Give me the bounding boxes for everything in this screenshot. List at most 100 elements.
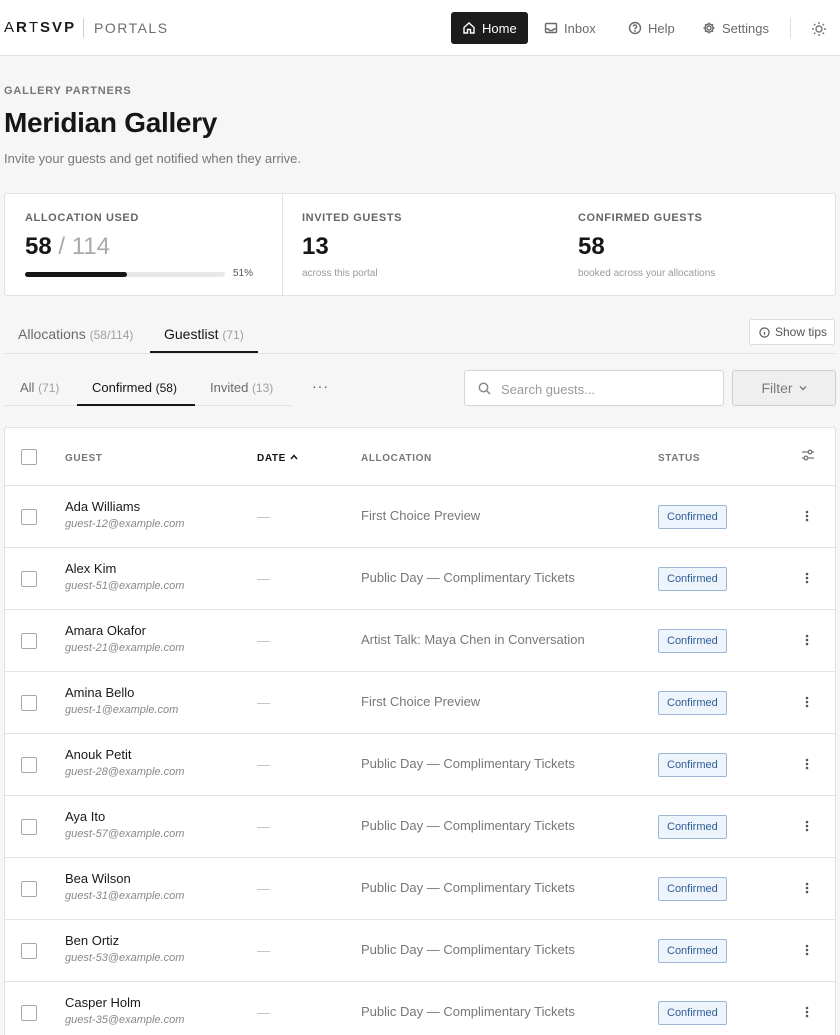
kebab-icon [805,696,809,708]
column-allocation[interactable]: ALLOCATION [361,453,432,464]
allocation-used-label: ALLOCATION USED [25,212,139,224]
subtab-confirmed[interactable]: Confirmed (58) [92,380,177,395]
search-input[interactable] [501,379,711,399]
search-field[interactable] [464,370,724,406]
theme-toggle-button[interactable] [808,18,830,40]
page-title: Meridian Gallery [4,107,218,138]
guest-date: — [257,695,270,710]
guest-date: — [257,757,270,772]
guest-date: — [257,881,270,896]
column-guest[interactable]: GUEST [65,453,102,464]
invited-guests-label: INVITED GUESTS [302,212,403,224]
nav-settings-button[interactable]: Settings [691,12,780,44]
guest-email: guest-31@example.com [65,890,185,902]
kebab-icon [805,944,809,956]
nav-inbox-button[interactable]: Inbox [533,12,607,44]
guest-table: GUEST DATE ALLOCATION STATUS Ada William… [4,427,836,1035]
status-badge: Confirmed [658,753,727,777]
invited-guests-value: 13 [302,233,329,260]
status-badge: Confirmed [658,939,727,963]
guest-date: — [257,571,270,586]
guest-name: Anouk Petit [65,747,132,762]
column-settings-button[interactable] [801,448,815,462]
row-checkbox[interactable] [21,633,37,649]
nav-help-button[interactable]: Help [617,12,686,44]
table-row[interactable]: Ben Ortiz guest-53@example.com — Public Day… [5,920,835,982]
row-actions-button[interactable] [803,941,811,959]
stats-card: ALLOCATION USED 58 / 114 51% INVITED GUE… [4,193,836,296]
row-checkbox[interactable] [21,695,37,711]
table-row[interactable]: Ada Williams guest-12@example.com — First C… [5,486,835,548]
status-badge: Confirmed [658,691,727,715]
row-actions-button[interactable] [803,631,811,649]
tab-guestlist[interactable]: Guestlist (71) [164,326,244,342]
guest-allocation: Public Day — Complimentary Tickets [361,756,575,771]
row-actions-button[interactable] [803,1003,811,1021]
more-subtabs-button[interactable]: ··· [312,378,329,394]
guest-allocation: First Choice Preview [361,694,481,709]
page-subtitle: Invite your guests and get notified when… [4,151,302,166]
row-actions-button[interactable] [803,569,811,587]
allocation-progress-bar [25,272,225,277]
stat-divider [282,194,283,295]
guest-email: guest-28@example.com [65,766,185,778]
status-badge: Confirmed [658,1001,727,1025]
guest-date: — [257,943,270,958]
table-row[interactable]: Aya Ito guest-57@example.com — Public Day —… [5,796,835,858]
column-settings-icon [802,449,814,461]
page-eyebrow: GALLERY PARTNERS [4,85,132,97]
table-row[interactable]: Amara Okafor guest-21@example.com — Artist … [5,610,835,672]
brand-divider [83,18,84,38]
allocation-progress-fill [25,272,127,277]
guest-email: guest-21@example.com [65,642,185,654]
active-subtab-indicator [77,404,195,406]
nav-divider [790,18,791,38]
guest-allocation: Artist Talk: Maya Chen in Conversation [361,632,585,647]
subtab-invited[interactable]: Invited (13) [210,380,273,395]
kebab-icon [805,634,809,646]
row-actions-button[interactable] [803,817,811,835]
column-status[interactable]: STATUS [658,453,700,464]
row-checkbox[interactable] [21,943,37,959]
row-actions-button[interactable] [803,693,811,711]
table-row[interactable]: Alex Kim guest-51@example.com — Public Day … [5,548,835,610]
row-checkbox[interactable] [21,509,37,525]
brand-logo[interactable]: ARTSVP [4,19,76,36]
help-icon [628,21,642,35]
sun-icon [812,22,826,36]
sort-up-icon [290,454,298,460]
row-checkbox[interactable] [21,1005,37,1021]
invited-guests-sub: across this portal [302,268,378,279]
tab-allocations[interactable]: Allocations (58/114) [18,326,133,342]
home-icon [463,22,475,34]
status-badge: Confirmed [658,877,727,901]
row-actions-button[interactable] [803,879,811,897]
table-row[interactable]: Anouk Petit guest-28@example.com — Public D… [5,734,835,796]
subtab-all[interactable]: All (71) [20,380,59,395]
guest-allocation: Public Day — Complimentary Tickets [361,570,575,585]
filter-button[interactable]: Filter [732,370,836,406]
row-checkbox[interactable] [21,571,37,587]
status-subtabs: All (71) Confirmed (58) Invited (13) [4,370,292,406]
guest-name: Amina Bello [65,685,135,700]
active-tab-indicator [150,351,258,353]
row-checkbox[interactable] [21,881,37,897]
kebab-icon [805,758,809,770]
table-row[interactable]: Casper Holm guest-35@example.com — Public D… [5,982,835,1035]
guest-allocation: Public Day — Complimentary Tickets [361,942,575,957]
row-actions-button[interactable] [803,507,811,525]
kebab-icon [805,572,809,584]
table-row[interactable]: Bea Wilson guest-31@example.com — Public Da… [5,858,835,920]
row-checkbox[interactable] [21,757,37,773]
kebab-icon [805,1006,809,1018]
table-row[interactable]: Amina Bello guest-1@example.com — First Cho… [5,672,835,734]
show-tips-button[interactable]: Show tips [749,319,835,345]
row-checkbox[interactable] [21,819,37,835]
row-actions-button[interactable] [803,755,811,773]
info-icon [759,326,770,338]
guest-date: — [257,1005,270,1020]
nav-home-button[interactable]: Home [451,12,528,44]
select-all-checkbox[interactable] [21,449,37,465]
guest-date: — [257,509,270,524]
column-date[interactable]: DATE [257,453,298,464]
